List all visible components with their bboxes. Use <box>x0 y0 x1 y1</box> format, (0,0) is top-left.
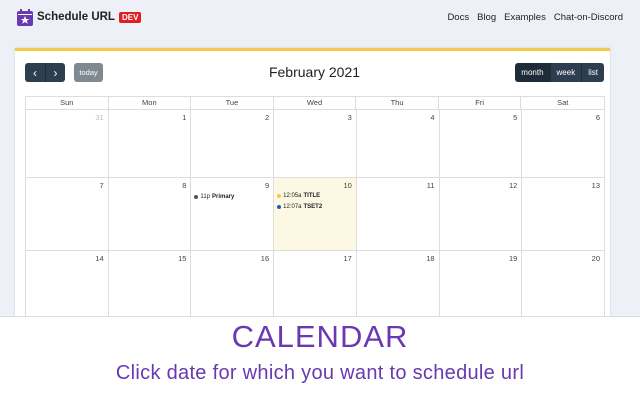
today-button[interactable]: today <box>74 63 103 82</box>
week-row: 7 8 9 11p Primary 10 12:05a TITLE 12:07a… <box>25 178 605 251</box>
week-view-button[interactable]: week <box>549 63 582 82</box>
day-number[interactable]: 5 <box>513 113 517 122</box>
calendar-event[interactable]: 12:05a TITLE <box>277 193 320 199</box>
day-cell[interactable]: 19 <box>439 251 523 324</box>
day-cell[interactable]: 18 <box>356 251 440 324</box>
promo-caption: CALENDAR Click date for which you want t… <box>0 316 640 400</box>
event-title: Primary <box>212 194 235 200</box>
day-cell[interactable]: 13 <box>522 178 605 251</box>
caption-subtitle: Click date for which you want to schedul… <box>115 362 525 384</box>
day-cell[interactable]: 6 <box>522 110 605 178</box>
day-cell[interactable]: 1 <box>108 110 192 178</box>
event-time: 11p <box>200 194 210 200</box>
navbar: Schedule URL DEV Docs Blog Examples Chat… <box>0 0 640 34</box>
weekday-label: Tue <box>191 97 274 109</box>
day-cell[interactable]: 4 <box>356 110 440 178</box>
nav-link-docs[interactable]: Docs <box>447 12 469 23</box>
nav-link-blog[interactable]: Blog <box>477 12 496 23</box>
day-number[interactable]: 31 <box>95 113 103 122</box>
weekday-header: Sun Mon Tue Wed Thu Fri Sat <box>25 96 605 109</box>
day-number[interactable]: 13 <box>592 181 600 190</box>
day-cell[interactable]: 7 <box>26 178 109 251</box>
day-cell[interactable]: 20 <box>522 251 605 324</box>
calendar-toolbar: ‹ › today February 2021 month week list <box>25 63 604 83</box>
day-cell[interactable]: 5 <box>439 110 523 178</box>
event-title: TITLE <box>303 193 321 199</box>
week-row: 14 15 16 17 18 19 20 <box>25 251 605 324</box>
event-time: 12:07a <box>283 204 302 210</box>
calendar-card: ‹ › today February 2021 month week list … <box>15 48 610 328</box>
calendar-event[interactable]: 11p Primary <box>194 194 234 200</box>
day-cell[interactable]: 14 <box>26 251 109 324</box>
day-cell[interactable]: 9 11p Primary <box>191 178 275 251</box>
day-number[interactable]: 17 <box>344 254 352 263</box>
day-number[interactable]: 20 <box>592 254 600 263</box>
caption-title: CALENDAR <box>231 319 409 354</box>
nav-button-group: ‹ › <box>25 63 65 82</box>
event-title: TSET2 <box>303 204 323 210</box>
day-cell[interactable]: 12 <box>439 178 523 251</box>
day-number[interactable]: 18 <box>426 254 434 263</box>
chevron-right-icon: › <box>53 65 58 80</box>
day-number[interactable]: 11 <box>427 181 435 190</box>
day-number[interactable]: 9 <box>265 181 269 190</box>
day-number[interactable]: 4 <box>430 113 434 122</box>
day-number[interactable]: 1 <box>182 113 186 122</box>
list-view-button[interactable]: list <box>581 63 604 82</box>
weekday-label: Sun <box>26 97 109 109</box>
day-cell[interactable]: 17 <box>274 251 357 324</box>
day-number[interactable]: 3 <box>348 113 352 122</box>
weekday-label: Thu <box>356 97 439 109</box>
day-cell[interactable]: 11 <box>356 178 440 251</box>
next-month-button[interactable]: › <box>45 63 65 82</box>
event-dot-icon <box>277 205 282 209</box>
prev-month-button[interactable]: ‹ <box>25 63 45 82</box>
chevron-left-icon: ‹ <box>33 65 37 80</box>
day-cell[interactable]: 16 <box>191 251 275 324</box>
day-number[interactable]: 7 <box>100 181 104 190</box>
calendar-event[interactable]: 12:07a TSET2 <box>277 204 322 210</box>
calendar-logo-icon[interactable] <box>17 8 33 26</box>
day-number[interactable]: 16 <box>261 254 269 263</box>
day-number[interactable]: 12 <box>509 181 517 190</box>
day-number[interactable]: 15 <box>178 254 186 263</box>
event-time: 12:05a <box>283 193 302 199</box>
weekday-label: Sat <box>557 98 569 107</box>
day-number[interactable]: 14 <box>95 254 103 263</box>
day-cell[interactable]: 31 <box>26 110 109 178</box>
nav-links: Docs Blog Examples Chat-on-Discord <box>447 12 623 23</box>
brand-name[interactable]: Schedule URL <box>37 11 115 23</box>
event-dot-icon <box>277 194 282 198</box>
day-cell-today[interactable]: 10 12:05a TITLE 12:07a TSET2 <box>274 178 357 251</box>
day-cell[interactable]: 3 <box>274 110 357 178</box>
nav-link-examples[interactable]: Examples <box>504 12 546 23</box>
view-switcher: month week list <box>515 63 604 82</box>
day-number[interactable]: 19 <box>509 254 517 263</box>
day-cell[interactable]: 8 <box>108 178 192 251</box>
weekday-label: Mon <box>109 97 192 109</box>
month-grid: Sun Mon Tue Wed Thu Fri Sat 31 1 2 3 4 5… <box>25 96 605 324</box>
weekday-label: Wed <box>274 97 357 109</box>
day-number[interactable]: 8 <box>182 181 186 190</box>
dev-badge: DEV <box>118 11 142 23</box>
day-cell[interactable]: 2 <box>191 110 275 178</box>
weekday-label: Fri <box>439 97 522 109</box>
event-dot-icon <box>194 195 199 199</box>
day-number[interactable]: 10 <box>344 181 352 190</box>
day-number[interactable]: 6 <box>596 113 600 122</box>
day-number[interactable]: 2 <box>265 113 269 122</box>
week-row: 31 1 2 3 4 5 6 <box>25 109 605 178</box>
month-view-button[interactable]: month <box>515 63 550 82</box>
day-cell[interactable]: 15 <box>108 251 192 324</box>
nav-link-discord[interactable]: Chat-on-Discord <box>554 12 623 23</box>
